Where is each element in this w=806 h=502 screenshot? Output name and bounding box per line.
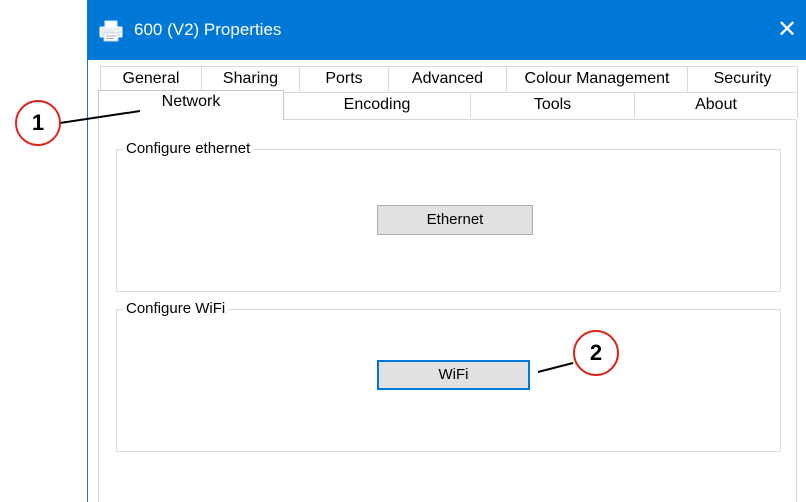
tab-label: Network [161,93,221,110]
properties-window: 600 (V2) Properties ✕ General Sharing Po… [87,0,806,502]
ethernet-group-legend: Configure ethernet [126,140,251,157]
tab-label: Encoding [343,96,411,113]
tab-security[interactable]: Security [687,66,798,92]
tab-ports[interactable]: Ports [299,66,389,92]
tab-about[interactable]: About [634,92,798,118]
tab-label: Colour Management [524,70,670,87]
tab-label: Advanced [411,70,484,87]
close-button[interactable]: ✕ [767,10,806,50]
tab-label: Ports [325,70,363,87]
tab-tools[interactable]: Tools [470,92,635,118]
tab-label: Security [713,70,772,87]
tab-sharing[interactable]: Sharing [201,66,300,92]
tab-label: About [695,96,737,113]
ethernet-button[interactable]: Ethernet [377,205,533,235]
wifi-button[interactable]: WiFi [377,360,530,390]
tab-label: Tools [533,96,572,113]
network-tab-panel: Configure ethernet Ethernet Configure Wi… [98,119,797,502]
tab-general[interactable]: General [100,66,202,92]
window-title: 600 (V2) Properties [134,20,282,39]
wifi-group-legend: Configure WiFi [126,300,226,317]
printer-icon [99,20,123,42]
tab-label: Sharing [222,70,279,87]
tab-network[interactable]: Network [98,90,284,120]
title-bar[interactable]: 600 (V2) Properties ✕ [88,0,806,60]
tab-colour-management[interactable]: Colour Management [506,66,688,92]
tab-advanced[interactable]: Advanced [388,66,507,92]
callout-1: 1 [15,100,61,146]
close-icon: ✕ [776,16,798,43]
callout-2: 2 [573,330,619,376]
tab-label: General [122,70,180,87]
tab-encoding[interactable]: Encoding [283,92,471,118]
